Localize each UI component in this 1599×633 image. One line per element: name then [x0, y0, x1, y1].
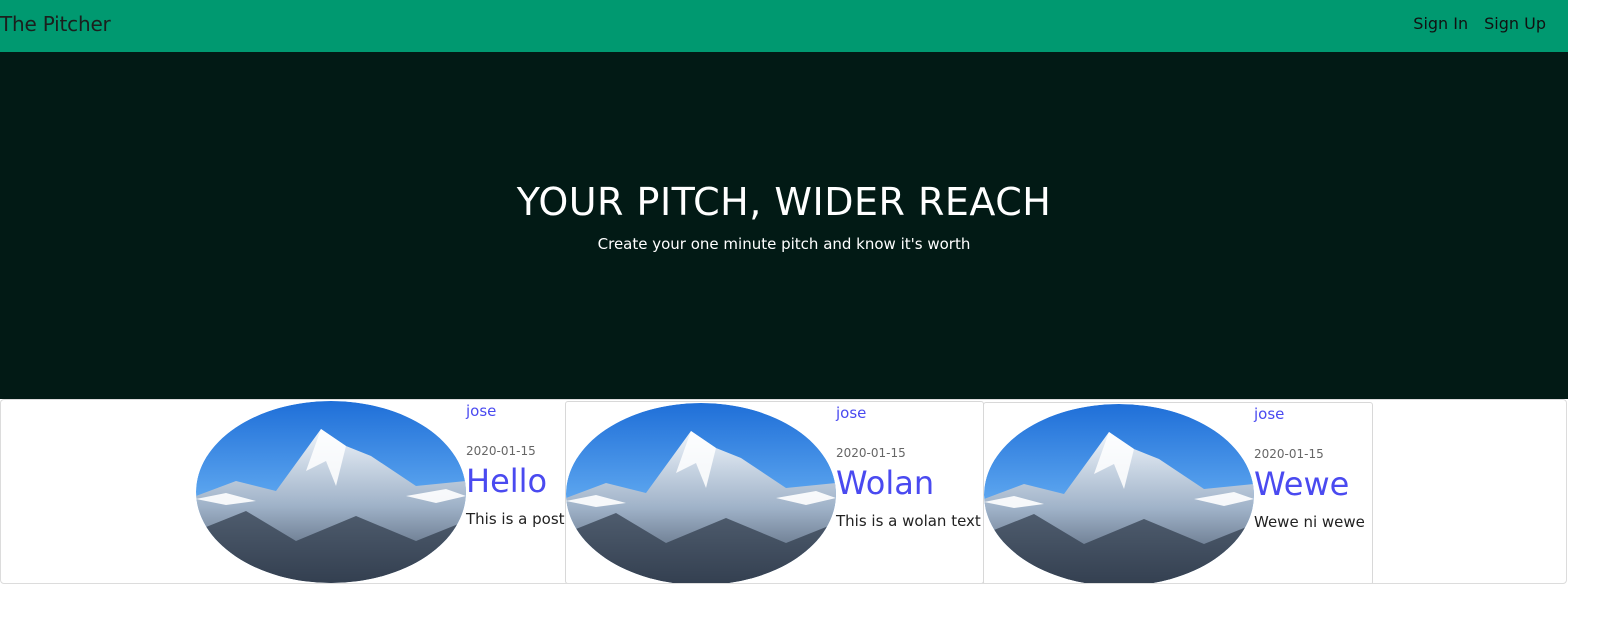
pitch-text: This is a wolan text: [836, 512, 981, 530]
pitch-title[interactable]: Wewe: [1254, 465, 1349, 503]
pitch-text: This is a post: [466, 510, 565, 528]
sign-in-link[interactable]: Sign In: [1413, 14, 1468, 33]
hero-banner: YOUR PITCH, WIDER REACH Create your one …: [0, 52, 1568, 399]
mountain-image: [196, 401, 466, 583]
pitch-author-link[interactable]: jose: [1254, 405, 1284, 423]
hero-subtitle: Create your one minute pitch and know it…: [597, 235, 971, 253]
pitch-date: 2020-01-15: [466, 444, 536, 458]
pitch-author-link[interactable]: jose: [836, 404, 866, 422]
hero-title: YOUR PITCH, WIDER REACH: [516, 180, 1052, 224]
pitch-title[interactable]: Wolan: [836, 464, 934, 502]
brand-link[interactable]: The Pitcher: [0, 12, 111, 36]
pitch-date: 2020-01-15: [836, 446, 906, 460]
mountain-image: [984, 404, 1254, 583]
pitch-author-link[interactable]: jose: [466, 402, 496, 420]
pitch-text: Wewe ni wewe: [1254, 513, 1365, 531]
navbar: The Pitcher Sign In Sign Up: [0, 0, 1568, 52]
pitch-card: jose 2020-01-15 Wewe Wewe ni wewe: [983, 402, 1373, 583]
mountain-image: [566, 403, 836, 583]
pitch-date: 2020-01-15: [1254, 447, 1324, 461]
pitches-container: jose 2020-01-15 Hello This is a post jos…: [0, 399, 1567, 584]
pitch-card: jose 2020-01-15 Wolan This is a wolan te…: [565, 401, 984, 583]
pitch-card: jose 2020-01-15 Hello This is a post: [196, 400, 568, 583]
pitch-title[interactable]: Hello: [466, 462, 547, 500]
sign-up-link[interactable]: Sign Up: [1484, 14, 1546, 33]
nav-links: Sign In Sign Up: [1413, 14, 1546, 33]
